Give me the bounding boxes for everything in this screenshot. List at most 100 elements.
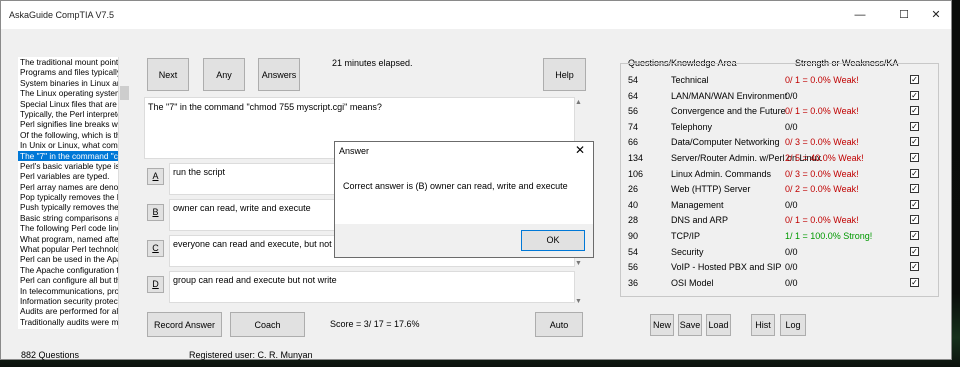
load-button[interactable]: Load bbox=[706, 314, 731, 336]
grid-row: 54 Security 0/0 ✓ bbox=[628, 245, 933, 261]
answer-a-button[interactable]: A bbox=[147, 168, 164, 185]
answer-b-button[interactable]: B bbox=[147, 204, 164, 221]
registered-user: Registered user: C. R. Munyan bbox=[189, 350, 313, 360]
log-button[interactable]: Log bbox=[780, 314, 806, 336]
question-list-item[interactable]: Information security protects bbox=[18, 296, 130, 306]
knowledge-area-cell: Convergence and the Future bbox=[671, 106, 786, 117]
scroll-down-icon[interactable]: ▼ bbox=[575, 260, 582, 267]
question-list-item[interactable]: Push typically removes the l bbox=[18, 202, 130, 212]
hist-button[interactable]: Hist bbox=[751, 314, 775, 336]
save-button[interactable]: Save bbox=[678, 314, 702, 336]
any-button[interactable]: Any bbox=[203, 58, 245, 91]
question-list-item[interactable]: Programs and files typically c bbox=[18, 67, 130, 77]
question-count-cell: 40 bbox=[628, 199, 639, 210]
question-count-cell: 106 bbox=[628, 168, 644, 179]
include-checkbox[interactable]: ✓ bbox=[910, 215, 919, 225]
knowledge-area-cell: Telephony bbox=[671, 121, 713, 132]
include-checkbox[interactable]: ✓ bbox=[910, 184, 919, 194]
question-list-item[interactable]: Audits are performed for all t bbox=[18, 306, 130, 316]
question-list-item[interactable]: The "7" in the command "c bbox=[18, 150, 130, 161]
question-list-scrollbar[interactable] bbox=[118, 57, 130, 329]
maximize-button[interactable]: ☐ bbox=[889, 6, 919, 24]
close-button[interactable]: ✕ bbox=[921, 6, 951, 24]
scroll-down-icon[interactable]: ▼ bbox=[575, 298, 582, 305]
question-list-item[interactable]: Typically, the Perl interprete bbox=[18, 109, 130, 119]
include-checkbox[interactable]: ✓ bbox=[910, 262, 919, 272]
question-list-item[interactable]: In telecommunications, prov bbox=[18, 286, 130, 296]
include-checkbox[interactable]: ✓ bbox=[910, 199, 919, 209]
question-list-item[interactable]: Basic string comparisons are bbox=[18, 213, 130, 223]
include-checkbox[interactable]: ✓ bbox=[910, 168, 919, 178]
question-list-item[interactable]: Traditionally audits were ma bbox=[18, 317, 130, 327]
strength-cell: 0/0 bbox=[785, 199, 798, 210]
minimize-button[interactable]: — bbox=[845, 6, 875, 24]
question-count-cell: 54 bbox=[628, 75, 639, 85]
include-checkbox[interactable]: ✓ bbox=[910, 106, 919, 116]
question-list-item[interactable]: What program, named after bbox=[18, 234, 130, 244]
grid-row: 74 Telephony 0/0 ✓ bbox=[628, 120, 933, 136]
answer-dialog: Answer ✕ Correct answer is (B) owner can… bbox=[334, 141, 594, 258]
question-list-item[interactable]: In Unix or Linux, what comm bbox=[18, 140, 130, 150]
question-list-item[interactable]: Perl's basic variable type is a bbox=[18, 161, 130, 171]
include-checkbox[interactable]: ✓ bbox=[910, 75, 919, 84]
include-checkbox[interactable]: ✓ bbox=[910, 246, 919, 256]
coach-button[interactable]: Coach bbox=[230, 312, 305, 337]
question-count-cell: 28 bbox=[628, 215, 639, 226]
knowledge-area-cell: Management bbox=[671, 199, 724, 210]
include-checkbox[interactable]: ✓ bbox=[910, 137, 919, 147]
question-list-item[interactable]: Perl can be used in the Apa bbox=[18, 254, 130, 264]
strength-cell: 0/0 bbox=[785, 277, 798, 288]
question-list-item[interactable]: The following Perl code line bbox=[18, 223, 130, 233]
knowledge-area-cell: Data/Computer Networking bbox=[671, 137, 780, 148]
auto-button[interactable]: Auto bbox=[535, 312, 583, 337]
knowledge-area-cell: Linux Admin. Commands bbox=[671, 168, 772, 179]
grid-row: 134 Server/Router Admin. w/Perl on Linux 2… bbox=[628, 151, 933, 167]
question-list-item[interactable]: The Apache configuration fi bbox=[18, 265, 130, 275]
score-label: Score = 3/ 17 = 17.6% bbox=[330, 319, 420, 329]
question-list-item[interactable]: Pop typically removes the la bbox=[18, 192, 130, 202]
question-list[interactable]: The traditional mount point f Programs an… bbox=[18, 57, 130, 329]
next-button[interactable]: Next bbox=[147, 58, 189, 91]
question-list-item[interactable]: What popular Perl technolog bbox=[18, 244, 130, 254]
include-checkbox[interactable]: ✓ bbox=[910, 121, 919, 131]
title-bar[interactable]: AskaGuide CompTIA V7.5 — ☐ ✕ bbox=[1, 1, 951, 29]
question-list-item[interactable]: The traditional mount point f bbox=[18, 57, 130, 67]
scroll-up-icon[interactable]: ▲ bbox=[575, 99, 582, 106]
include-checkbox[interactable]: ✓ bbox=[910, 153, 919, 162]
include-checkbox[interactable]: ✓ bbox=[910, 90, 919, 100]
answer-d-text: group can read and execute but not write bbox=[169, 271, 575, 303]
question-list-item[interactable]: Perl variables are typed. bbox=[18, 171, 130, 181]
dialog-close-icon[interactable]: ✕ bbox=[575, 143, 585, 157]
question-list-item[interactable]: Perl can configure all but th bbox=[18, 275, 130, 285]
question-list-item[interactable]: Perl signifies line breaks with bbox=[18, 119, 130, 129]
scrollbar-thumb[interactable] bbox=[120, 86, 129, 100]
help-button[interactable]: Help bbox=[543, 58, 586, 91]
question-count-cell: 66 bbox=[628, 137, 639, 148]
answer-c-button[interactable]: C bbox=[147, 240, 164, 257]
knowledge-area-cell: OSI Model bbox=[671, 277, 714, 288]
new-button[interactable]: New bbox=[650, 314, 674, 336]
include-checkbox[interactable]: ✓ bbox=[910, 277, 919, 287]
question-list-item[interactable]: Special Linux files that are th bbox=[18, 99, 130, 109]
question-list-item[interactable]: Which protocol enables a p bbox=[18, 327, 130, 329]
window-title: AskaGuide CompTIA V7.5 bbox=[9, 10, 115, 20]
question-list-item[interactable]: Perl array names are denote bbox=[18, 182, 130, 192]
answers-button[interactable]: Answers bbox=[258, 58, 300, 91]
question-count-cell: 90 bbox=[628, 231, 639, 241]
strength-cell: 0/0 bbox=[785, 90, 798, 101]
knowledge-area-cell: VoIP - Hosted PBX and SIP bbox=[671, 262, 782, 273]
question-count-cell: 56 bbox=[628, 262, 639, 273]
question-list-item[interactable]: System binaries in Linux are bbox=[18, 78, 130, 88]
grid-row: 54 Technical 0/ 1 = 0.0% Weak! ✓ bbox=[628, 73, 933, 89]
ok-button[interactable]: OK bbox=[521, 230, 585, 251]
question-count-cell: 134 bbox=[628, 153, 644, 163]
answer-d-button[interactable]: D bbox=[147, 276, 164, 293]
dialog-message: Correct answer is (B) owner can read, wr… bbox=[343, 181, 568, 191]
include-checkbox[interactable]: ✓ bbox=[910, 231, 919, 240]
question-list-item[interactable]: The Linux operating system bbox=[18, 88, 130, 98]
grid-row: 56 Convergence and the Future 0/ 1 = 0.0% … bbox=[628, 104, 933, 120]
question-list-item[interactable]: Of the following, which is the bbox=[18, 130, 130, 140]
strength-cell: 0/ 1 = 0.0% Weak! bbox=[785, 215, 859, 226]
record-answer-button[interactable]: Record Answer bbox=[147, 312, 222, 337]
grid-row: 66 Data/Computer Networking 0/ 3 = 0.0% We… bbox=[628, 135, 933, 151]
